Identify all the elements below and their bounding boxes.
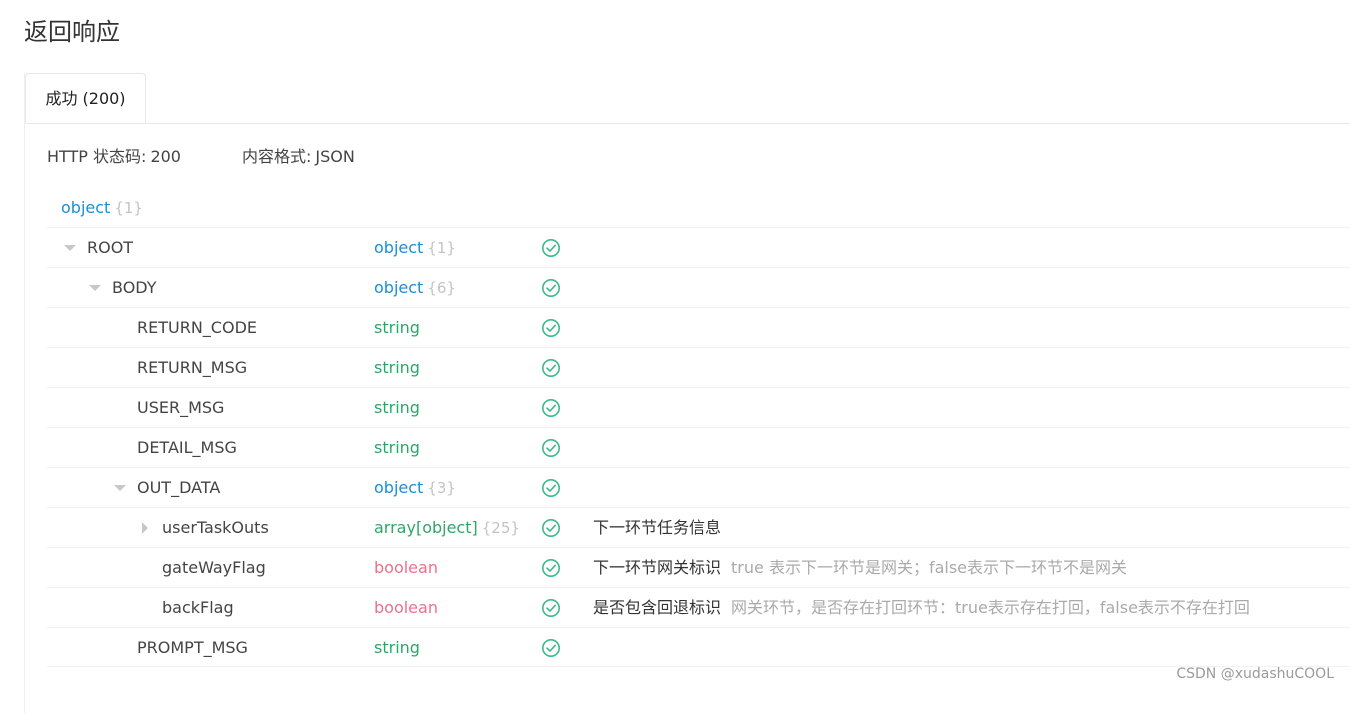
http-status: HTTP 状态码: 200 xyxy=(47,145,181,169)
caret-right-icon[interactable] xyxy=(142,522,148,534)
schema-root-count: {1} xyxy=(114,199,143,217)
field-description: 下一环节任务信息 xyxy=(593,518,722,537)
schema-row-user-task-outs: userTaskOuts array[object] {25} 下一环节任务信息 xyxy=(47,507,1350,547)
field-name: gateWayFlag xyxy=(162,558,266,577)
field-type: object {1} xyxy=(374,238,456,257)
watermark: CSDN @xudashuCOOL xyxy=(1176,666,1334,682)
field-count: {6} xyxy=(427,279,456,297)
field-type: array[object] {25} xyxy=(374,518,520,537)
field-type: string xyxy=(374,318,420,337)
check-circle-icon xyxy=(542,439,560,457)
schema-row-body: BODY object {6} xyxy=(47,267,1350,307)
tab-bar: 成功 (200) xyxy=(25,73,1350,124)
content-format: 内容格式: JSON xyxy=(242,145,355,169)
check-circle-icon xyxy=(542,639,560,657)
check-circle-icon xyxy=(542,599,560,617)
content-format-label: 内容格式: xyxy=(242,147,312,166)
check-circle-icon xyxy=(542,559,560,577)
field-name: backFlag xyxy=(162,598,234,617)
check-circle-icon xyxy=(542,359,560,377)
field-name: OUT_DATA xyxy=(137,478,221,497)
field-name: RETURN_CODE xyxy=(137,318,257,337)
field-type: boolean xyxy=(374,558,438,577)
check-circle-icon xyxy=(542,319,560,337)
schema-row-return-code: RETURN_CODE string xyxy=(47,307,1350,347)
field-type: string xyxy=(374,438,420,457)
field-name: PROMPT_MSG xyxy=(137,638,248,657)
field-name: USER_MSG xyxy=(137,398,225,417)
schema-row-root: ROOT object {1} xyxy=(47,227,1350,267)
check-circle-icon xyxy=(542,239,560,257)
schema-row-user-msg: USER_MSG string xyxy=(47,387,1350,427)
check-circle-icon xyxy=(542,479,560,497)
field-type: string xyxy=(374,358,420,377)
field-count: {3} xyxy=(427,479,456,497)
field-description: 下一环节网关标识 true 表示下一环节是网关；false表示下一环节不是网关 xyxy=(593,558,1128,577)
check-circle-icon xyxy=(542,519,560,537)
field-name: userTaskOuts xyxy=(162,518,269,537)
field-count: {1} xyxy=(427,239,456,257)
field-type: object {6} xyxy=(374,278,456,297)
field-name: BODY xyxy=(112,278,157,297)
schema-row-return-msg: RETURN_MSG string xyxy=(47,347,1350,387)
schema-row-detail-msg: DETAIL_MSG string xyxy=(47,427,1350,467)
field-name: ROOT xyxy=(87,238,134,257)
caret-down-icon[interactable] xyxy=(89,285,101,291)
field-type: object {3} xyxy=(374,478,456,497)
schema-root-type-name: object xyxy=(61,198,111,217)
field-description: 是否包含回退标识 网关环节，是否存在打回环节：true表示存在打回，false表示… xyxy=(593,598,1250,617)
field-type: string xyxy=(374,398,420,417)
schema-root-type: object {1} xyxy=(61,196,143,220)
field-type: string xyxy=(374,638,420,657)
schema-row-gateway-flag: gateWayFlag boolean 下一环节网关标识 true 表示下一环节是… xyxy=(47,547,1350,587)
field-count: {25} xyxy=(481,519,520,537)
field-name: RETURN_MSG xyxy=(137,358,248,377)
schema-row-prompt-msg: PROMPT_MSG string xyxy=(47,627,1350,667)
content-format-value: JSON xyxy=(315,147,355,166)
caret-down-icon[interactable] xyxy=(114,485,126,491)
page-title: 返回响应 xyxy=(24,18,120,46)
field-type: boolean xyxy=(374,598,438,617)
http-status-value: 200 xyxy=(150,147,181,166)
caret-down-icon[interactable] xyxy=(64,245,76,251)
check-circle-icon xyxy=(542,279,560,297)
field-note: 网关环节，是否存在打回环节：true表示存在打回，false表示不存在打回 xyxy=(731,598,1250,617)
tab-success-200[interactable]: 成功 (200) xyxy=(25,73,146,123)
field-note: true 表示下一环节是网关；false表示下一环节不是网关 xyxy=(731,558,1128,577)
response-panel: 成功 (200) HTTP 状态码: 200 内容格式: JSON object {1… xyxy=(24,73,1350,713)
field-name: DETAIL_MSG xyxy=(137,438,237,457)
schema-row-back-flag: backFlag boolean 是否包含回退标识 网关环节，是否存在打回环节：t… xyxy=(47,587,1350,627)
http-status-label: HTTP 状态码: xyxy=(47,147,147,166)
table-bottom-border xyxy=(47,666,1350,667)
check-circle-icon xyxy=(542,399,560,417)
schema-row-out-data: OUT_DATA object {3} xyxy=(47,467,1350,507)
